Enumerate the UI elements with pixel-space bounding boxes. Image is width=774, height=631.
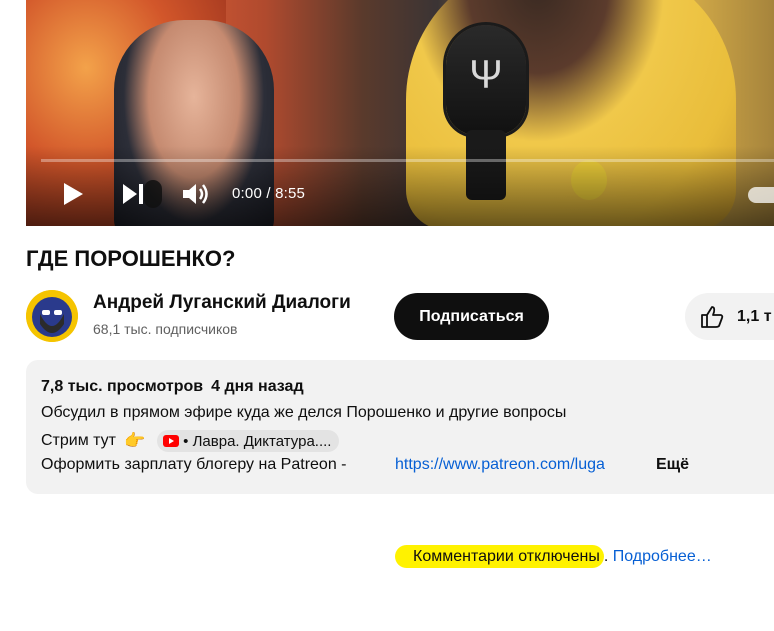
show-more-button[interactable]: Ещё — [656, 456, 689, 474]
description-line: Обсудил в прямом эфире куда же делся Пор… — [41, 404, 567, 421]
like-icon — [701, 305, 724, 328]
volume-button[interactable] — [176, 176, 216, 212]
play-icon — [64, 183, 83, 205]
video-title: ГДЕ ПОРОШЕНКО? — [26, 246, 236, 271]
progress-bar[interactable] — [41, 159, 774, 162]
stream-label: Стрим тут — [41, 432, 116, 449]
volume-icon — [183, 184, 208, 204]
patreon-link[interactable]: https://www.patreon.com/luga — [395, 456, 645, 474]
learn-more-link[interactable]: Подробнее… — [613, 548, 712, 565]
trident-emblem: Ψ — [469, 53, 503, 97]
comments-separator: . — [603, 548, 609, 565]
stream-chip-label: • Лавра. Диктатура.... — [183, 432, 332, 450]
youtube-icon — [163, 435, 180, 447]
upload-date: 4 дня назад — [211, 378, 304, 395]
channel-name[interactable]: Андрей Луганский Диалоги — [93, 292, 351, 314]
pointing-hand-icon: 👉 — [124, 431, 146, 450]
channel-avatar[interactable] — [26, 290, 78, 342]
like-button[interactable]: 1,1 т — [685, 293, 774, 340]
volume-slider-handle[interactable] — [144, 180, 162, 208]
subscriber-count: 68,1 тыс. подписчиков — [93, 321, 238, 337]
video-player[interactable]: Ψ 0:00 / 8:55 — [26, 0, 774, 226]
description-stats: 7,8 тыс. просмотров 4 дня назад — [41, 378, 304, 396]
description-stream-line: Стрим тут 👉 • Лавра. Диктатура.... — [41, 430, 340, 452]
like-count: 1,1 т — [737, 307, 772, 325]
subscribe-button[interactable]: Подписаться — [394, 293, 549, 340]
view-count: 7,8 тыс. просмотров — [41, 378, 204, 395]
link-fade — [610, 452, 650, 478]
next-icon — [123, 184, 143, 204]
autoplay-toggle[interactable] — [748, 187, 774, 203]
stream-link-chip[interactable]: • Лавра. Диктатура.... — [157, 430, 340, 452]
comments-disabled-text: Комментарии отключены — [395, 545, 604, 568]
play-button[interactable] — [58, 176, 88, 212]
description-patreon-line: Оформить зарплату блогеру на Patreon - — [41, 456, 347, 473]
comments-disabled-message: Комментарии отключены. Подробнее… — [395, 545, 712, 574]
time-display: 0:00 / 8:55 — [232, 185, 306, 202]
avatar-illustration-icon — [26, 290, 78, 342]
